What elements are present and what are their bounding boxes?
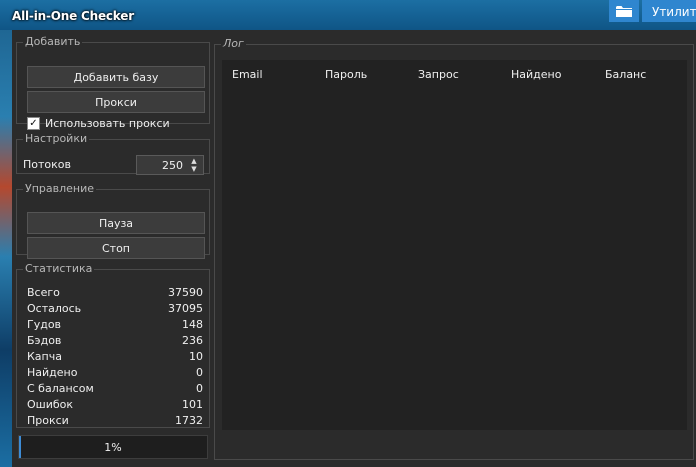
column-header-request[interactable]: Запрос [418, 68, 459, 81]
stat-label: Ошибок [27, 398, 74, 411]
main-window: Добавить Добавить базу Прокси ✓ Использо… [12, 30, 696, 467]
log-table[interactable]: Email Пароль Запрос Найдено Баланс [222, 60, 687, 430]
stat-value: 10 [189, 350, 203, 363]
use-proxy-checkbox[interactable]: ✓ Использовать прокси [27, 117, 170, 130]
stat-label: Бэдов [27, 334, 62, 347]
stop-button[interactable]: Стоп [27, 237, 205, 259]
stat-row: Прокси 1732 [27, 414, 203, 430]
stat-value: 0 [196, 382, 203, 395]
threads-value[interactable]: 250 [162, 159, 183, 172]
threads-label: Потоков [23, 158, 71, 171]
stepper-arrows[interactable]: ▲ ▼ [188, 157, 200, 173]
progress-text: 1% [104, 441, 122, 454]
pause-button[interactable]: Пауза [27, 212, 205, 234]
column-header-email[interactable]: Email [232, 68, 263, 81]
checkbox-box[interactable]: ✓ [27, 117, 40, 130]
chevron-up-icon[interactable]: ▲ [191, 157, 196, 165]
stat-row: Осталось 37095 [27, 302, 203, 318]
stat-label: Осталось [27, 302, 82, 315]
stat-row: С балансом 0 [27, 382, 203, 398]
proxy-button[interactable]: Прокси [27, 91, 205, 113]
stat-row: Ошибок 101 [27, 398, 203, 414]
stats-group-legend: Статистика [25, 262, 93, 275]
control-group-legend: Управление [25, 182, 95, 195]
log-group-legend: Лог [223, 37, 244, 50]
stat-value: 37095 [168, 302, 203, 315]
column-header-found[interactable]: Найдено [511, 68, 561, 81]
control-group: Управление Пауза Стоп [16, 182, 210, 259]
window-title: All-in-One Checker [12, 9, 134, 23]
log-group: Лог Email Пароль Запрос Найдено Баланс [214, 38, 694, 460]
stat-label: Найдено [27, 366, 78, 379]
stat-row: Капча 10 [27, 350, 203, 366]
column-header-password[interactable]: Пароль [325, 68, 367, 81]
folder-icon [616, 5, 632, 17]
stat-label: Прокси [27, 414, 69, 427]
settings-group: Настройки Потоков 250 ▲ ▼ [16, 132, 210, 175]
chevron-down-icon[interactable]: ▼ [191, 165, 196, 173]
stat-label: Гудов [27, 318, 62, 331]
utilities-button[interactable]: Утилиты [642, 0, 696, 22]
add-base-button[interactable]: Добавить базу [27, 66, 205, 88]
stat-label: С балансом [27, 382, 94, 395]
title-bar[interactable]: All-in-One Checker [0, 0, 696, 30]
desktop-background [0, 0, 12, 467]
open-folder-button[interactable] [609, 0, 639, 22]
threads-stepper[interactable]: 250 ▲ ▼ [136, 155, 204, 175]
stat-value: 148 [182, 318, 203, 331]
stat-value: 101 [182, 398, 203, 411]
add-group-legend: Добавить [25, 35, 81, 48]
use-proxy-label: Использовать прокси [45, 117, 170, 130]
stat-value: 1732 [175, 414, 203, 427]
add-group: Добавить Добавить базу Прокси ✓ Использо… [16, 35, 210, 130]
column-header-balance[interactable]: Баланс [605, 68, 646, 81]
settings-group-legend: Настройки [25, 132, 88, 145]
progress-bar: 1% [18, 435, 208, 459]
stat-label: Всего [27, 286, 60, 299]
stat-row: Гудов 148 [27, 318, 203, 334]
stat-row: Бэдов 236 [27, 334, 203, 350]
stat-label: Капча [27, 350, 62, 363]
stat-row: Всего 37590 [27, 286, 203, 302]
stat-value: 236 [182, 334, 203, 347]
stats-group: Статистика Всего 37590 Осталось 37095 Гу… [16, 263, 210, 428]
stat-value: 37590 [168, 286, 203, 299]
stat-row: Найдено 0 [27, 366, 203, 382]
stat-value: 0 [196, 366, 203, 379]
